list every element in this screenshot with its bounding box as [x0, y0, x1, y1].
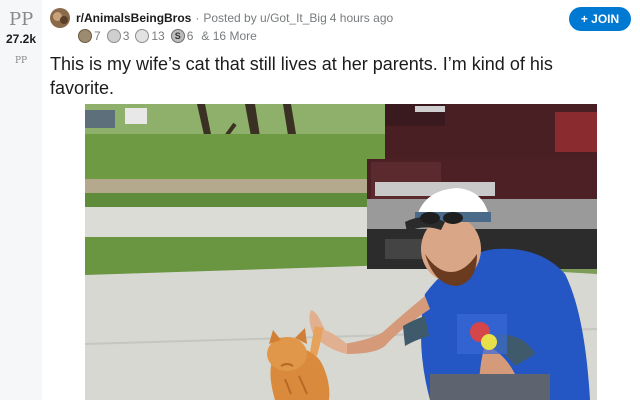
awards-row[interactable]: 7 3 13 S 6 & 16 More	[78, 28, 257, 44]
award-item[interactable]: 3	[106, 29, 130, 43]
award-item[interactable]: 7	[78, 29, 101, 43]
upvote-button[interactable]: PP	[9, 9, 33, 30]
award-count: 6	[186, 29, 194, 43]
post-image[interactable]	[85, 104, 597, 400]
award-icon	[135, 29, 150, 43]
downvote-button[interactable]: PP	[9, 56, 33, 66]
join-button[interactable]: + JOIN	[569, 7, 631, 31]
award-icon: S	[170, 29, 185, 43]
post-timestamp[interactable]: 4 hours ago	[330, 11, 393, 25]
award-icon	[78, 29, 92, 43]
award-count: 13	[151, 29, 165, 43]
post-title[interactable]: This is my wife’s cat that still lives a…	[50, 52, 610, 100]
award-count: 7	[94, 29, 101, 43]
award-count: 3	[122, 29, 130, 43]
award-item[interactable]: 13	[135, 29, 165, 43]
vote-rail: PP 27.2k PP	[0, 0, 42, 400]
more-awards-link[interactable]: & 16 More	[201, 29, 256, 43]
subreddit-link[interactable]: r/AnimalsBeingBros	[76, 11, 191, 25]
vote-score: 27.2k	[5, 32, 37, 46]
award-item[interactable]: S 6	[170, 29, 194, 43]
subreddit-avatar[interactable]	[50, 8, 70, 28]
award-icon	[106, 29, 121, 43]
author-link[interactable]: Posted by u/Got_It_Big	[203, 11, 326, 25]
meta-separator: ·	[195, 11, 200, 25]
post-meta: r/AnimalsBeingBros · Posted by u/Got_It_…	[50, 8, 393, 28]
